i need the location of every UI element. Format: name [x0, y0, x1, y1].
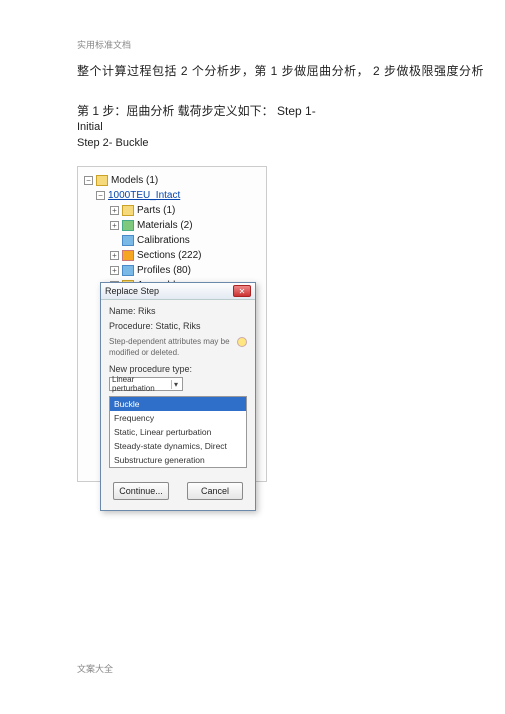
text-step2: Step 2- Buckle	[77, 137, 149, 149]
abaqus-screenshot: − Models (1) − 1000TEU_Intact + Parts (1…	[77, 166, 267, 482]
list-item-steady[interactable]: Steady-state dynamics, Direct	[110, 439, 246, 453]
tree-profiles[interactable]: + Profiles (80)	[82, 263, 262, 278]
collapse-icon[interactable]: −	[96, 191, 105, 200]
list-item-frequency[interactable]: Frequency	[110, 411, 246, 425]
chevron-down-icon[interactable]: ▾	[171, 380, 180, 389]
tree-models[interactable]: − Models (1)	[82, 173, 262, 188]
continue-button[interactable]: Continue...	[113, 482, 169, 500]
tree-calibrations[interactable]: Calibrations	[82, 233, 262, 248]
tree-sections[interactable]: + Sections (222)	[82, 248, 262, 263]
tree-label: Models (1)	[111, 175, 158, 186]
expand-icon[interactable]: +	[110, 266, 119, 275]
text-initial: Initial	[77, 121, 103, 133]
procedure-listbox[interactable]: Buckle Frequency Static, Linear perturba…	[109, 396, 247, 468]
replace-step-dialog: Replace Step ✕ Name: Riks Procedure: Sta…	[100, 282, 256, 511]
list-item-buckle[interactable]: Buckle	[110, 397, 246, 411]
expand-icon[interactable]: +	[110, 221, 119, 230]
newproc-combo[interactable]: Linear perturbation ▾	[109, 377, 183, 391]
name-value: Riks	[138, 306, 156, 316]
dialog-buttons: Continue... Cancel	[101, 474, 255, 510]
collapse-icon[interactable]: −	[84, 176, 93, 185]
tree-model-item[interactable]: − 1000TEU_Intact	[82, 188, 262, 203]
expand-icon[interactable]: +	[110, 251, 119, 260]
sections-icon	[122, 250, 134, 261]
procedure-value: Static, Riks	[156, 321, 201, 331]
expand-icon[interactable]: +	[110, 206, 119, 215]
list-item-substructure[interactable]: Substructure generation	[110, 453, 246, 467]
tree-parts[interactable]: + Parts (1)	[82, 203, 262, 218]
name-row: Name: Riks	[109, 306, 247, 316]
doc-footer: 文案大全	[77, 662, 113, 675]
procedure-row: Procedure: Static, Riks	[109, 321, 247, 331]
hint-row: Step-dependent attributes may be modifie…	[109, 336, 247, 358]
dialog-body: Name: Riks Procedure: Static, Riks Step-…	[101, 300, 255, 474]
paragraph-overview: 整个计算过程包括 2 个分析步，第 1 步做屈曲分析， 2 步做极限强度分析	[77, 62, 484, 79]
combo-value: Linear perturbation	[112, 375, 171, 393]
calibrations-icon	[122, 235, 134, 246]
close-icon[interactable]: ✕	[233, 285, 251, 297]
name-label: Name:	[109, 306, 136, 316]
parts-icon	[122, 205, 134, 216]
dialog-title: Replace Step	[105, 286, 159, 296]
hint-text: Step-dependent attributes may be modifie…	[109, 336, 234, 358]
cancel-button[interactable]: Cancel	[187, 482, 243, 500]
tree-materials[interactable]: + Materials (2)	[82, 218, 262, 233]
newproc-label: New procedure type:	[109, 364, 192, 374]
model-link[interactable]: 1000TEU_Intact	[108, 190, 180, 201]
procedure-label: Procedure:	[109, 321, 153, 331]
doc-header: 实用标准文档	[77, 38, 131, 51]
list-item-static[interactable]: Static, Linear perturbation	[110, 425, 246, 439]
newproc-row: New procedure type: Linear perturbation …	[109, 364, 247, 391]
folder-icon	[96, 175, 108, 186]
profiles-icon	[122, 265, 134, 276]
lightbulb-icon	[237, 337, 247, 347]
materials-icon	[122, 220, 134, 231]
dialog-titlebar[interactable]: Replace Step ✕	[101, 283, 255, 300]
paragraph-step1: 第 1 步：屈曲分析 载荷步定义如下： Step 1-	[77, 102, 316, 119]
